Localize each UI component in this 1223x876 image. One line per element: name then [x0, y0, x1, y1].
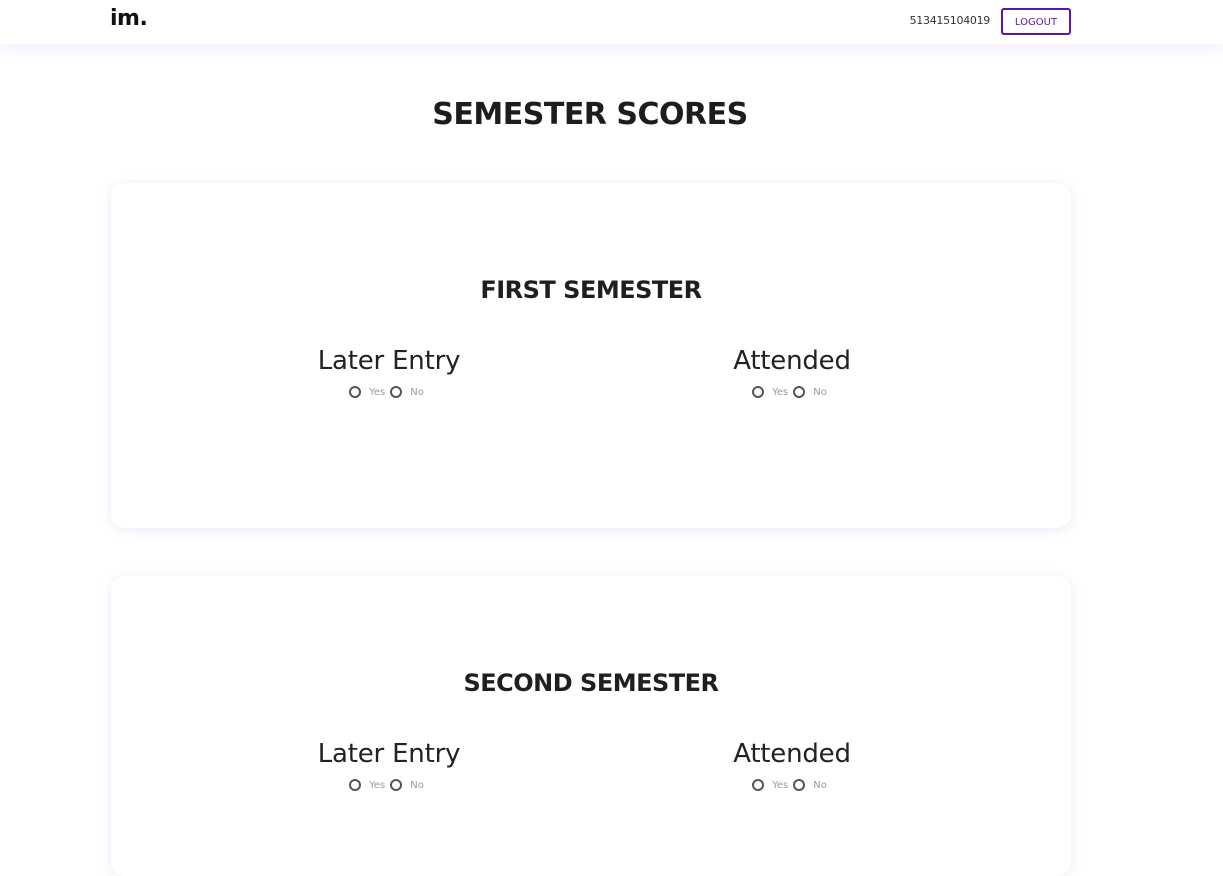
radio-group: Yes No: [269, 386, 509, 398]
radio-group: Yes No: [672, 779, 912, 791]
radio-no[interactable]: [390, 779, 403, 791]
user-id: 513415104019: [909, 14, 991, 27]
radio-label-yes: Yes: [369, 386, 386, 398]
later-entry-field: Later Entry Yes No: [269, 738, 509, 791]
attended-field: Attended Yes No: [672, 345, 912, 398]
radio-label-yes: Yes: [772, 779, 789, 791]
radio-no[interactable]: [793, 386, 806, 398]
semester-card-first: FIRST SEMESTER Later Entry Yes No Attend…: [111, 183, 1071, 528]
radio-yes[interactable]: [752, 779, 765, 791]
radio-no[interactable]: [793, 779, 806, 791]
logout-button[interactable]: LOGOUT: [1001, 8, 1071, 35]
radio-group: Yes No: [269, 779, 509, 791]
radio-label-no: No: [410, 779, 424, 791]
attended-field: Attended Yes No: [672, 738, 912, 791]
radio-label-no: No: [813, 386, 827, 398]
radio-yes[interactable]: [349, 386, 362, 398]
top-navbar: im. 513415104019 LOGOUT: [0, 0, 1223, 44]
field-label: Attended: [733, 739, 851, 769]
semester-card-second: SECOND SEMESTER Later Entry Yes No Atten…: [111, 576, 1071, 876]
radio-group: Yes No: [672, 386, 912, 398]
field-label: Attended: [733, 346, 851, 376]
radio-label-yes: Yes: [369, 779, 386, 791]
field-label: Later Entry: [317, 346, 461, 376]
radio-label-no: No: [410, 386, 424, 398]
field-label: Later Entry: [317, 739, 461, 769]
radio-no[interactable]: [390, 386, 403, 398]
radio-yes[interactable]: [752, 386, 765, 398]
later-entry-field: Later Entry Yes No: [269, 345, 509, 398]
page-title: SEMESTER SCORES: [432, 97, 748, 132]
logo[interactable]: im.: [110, 6, 148, 31]
radio-label-no: No: [813, 779, 827, 791]
semester-title: SECOND SEMESTER: [463, 669, 719, 697]
radio-yes[interactable]: [349, 779, 362, 791]
radio-label-yes: Yes: [772, 386, 789, 398]
semester-title: FIRST SEMESTER: [480, 276, 702, 304]
